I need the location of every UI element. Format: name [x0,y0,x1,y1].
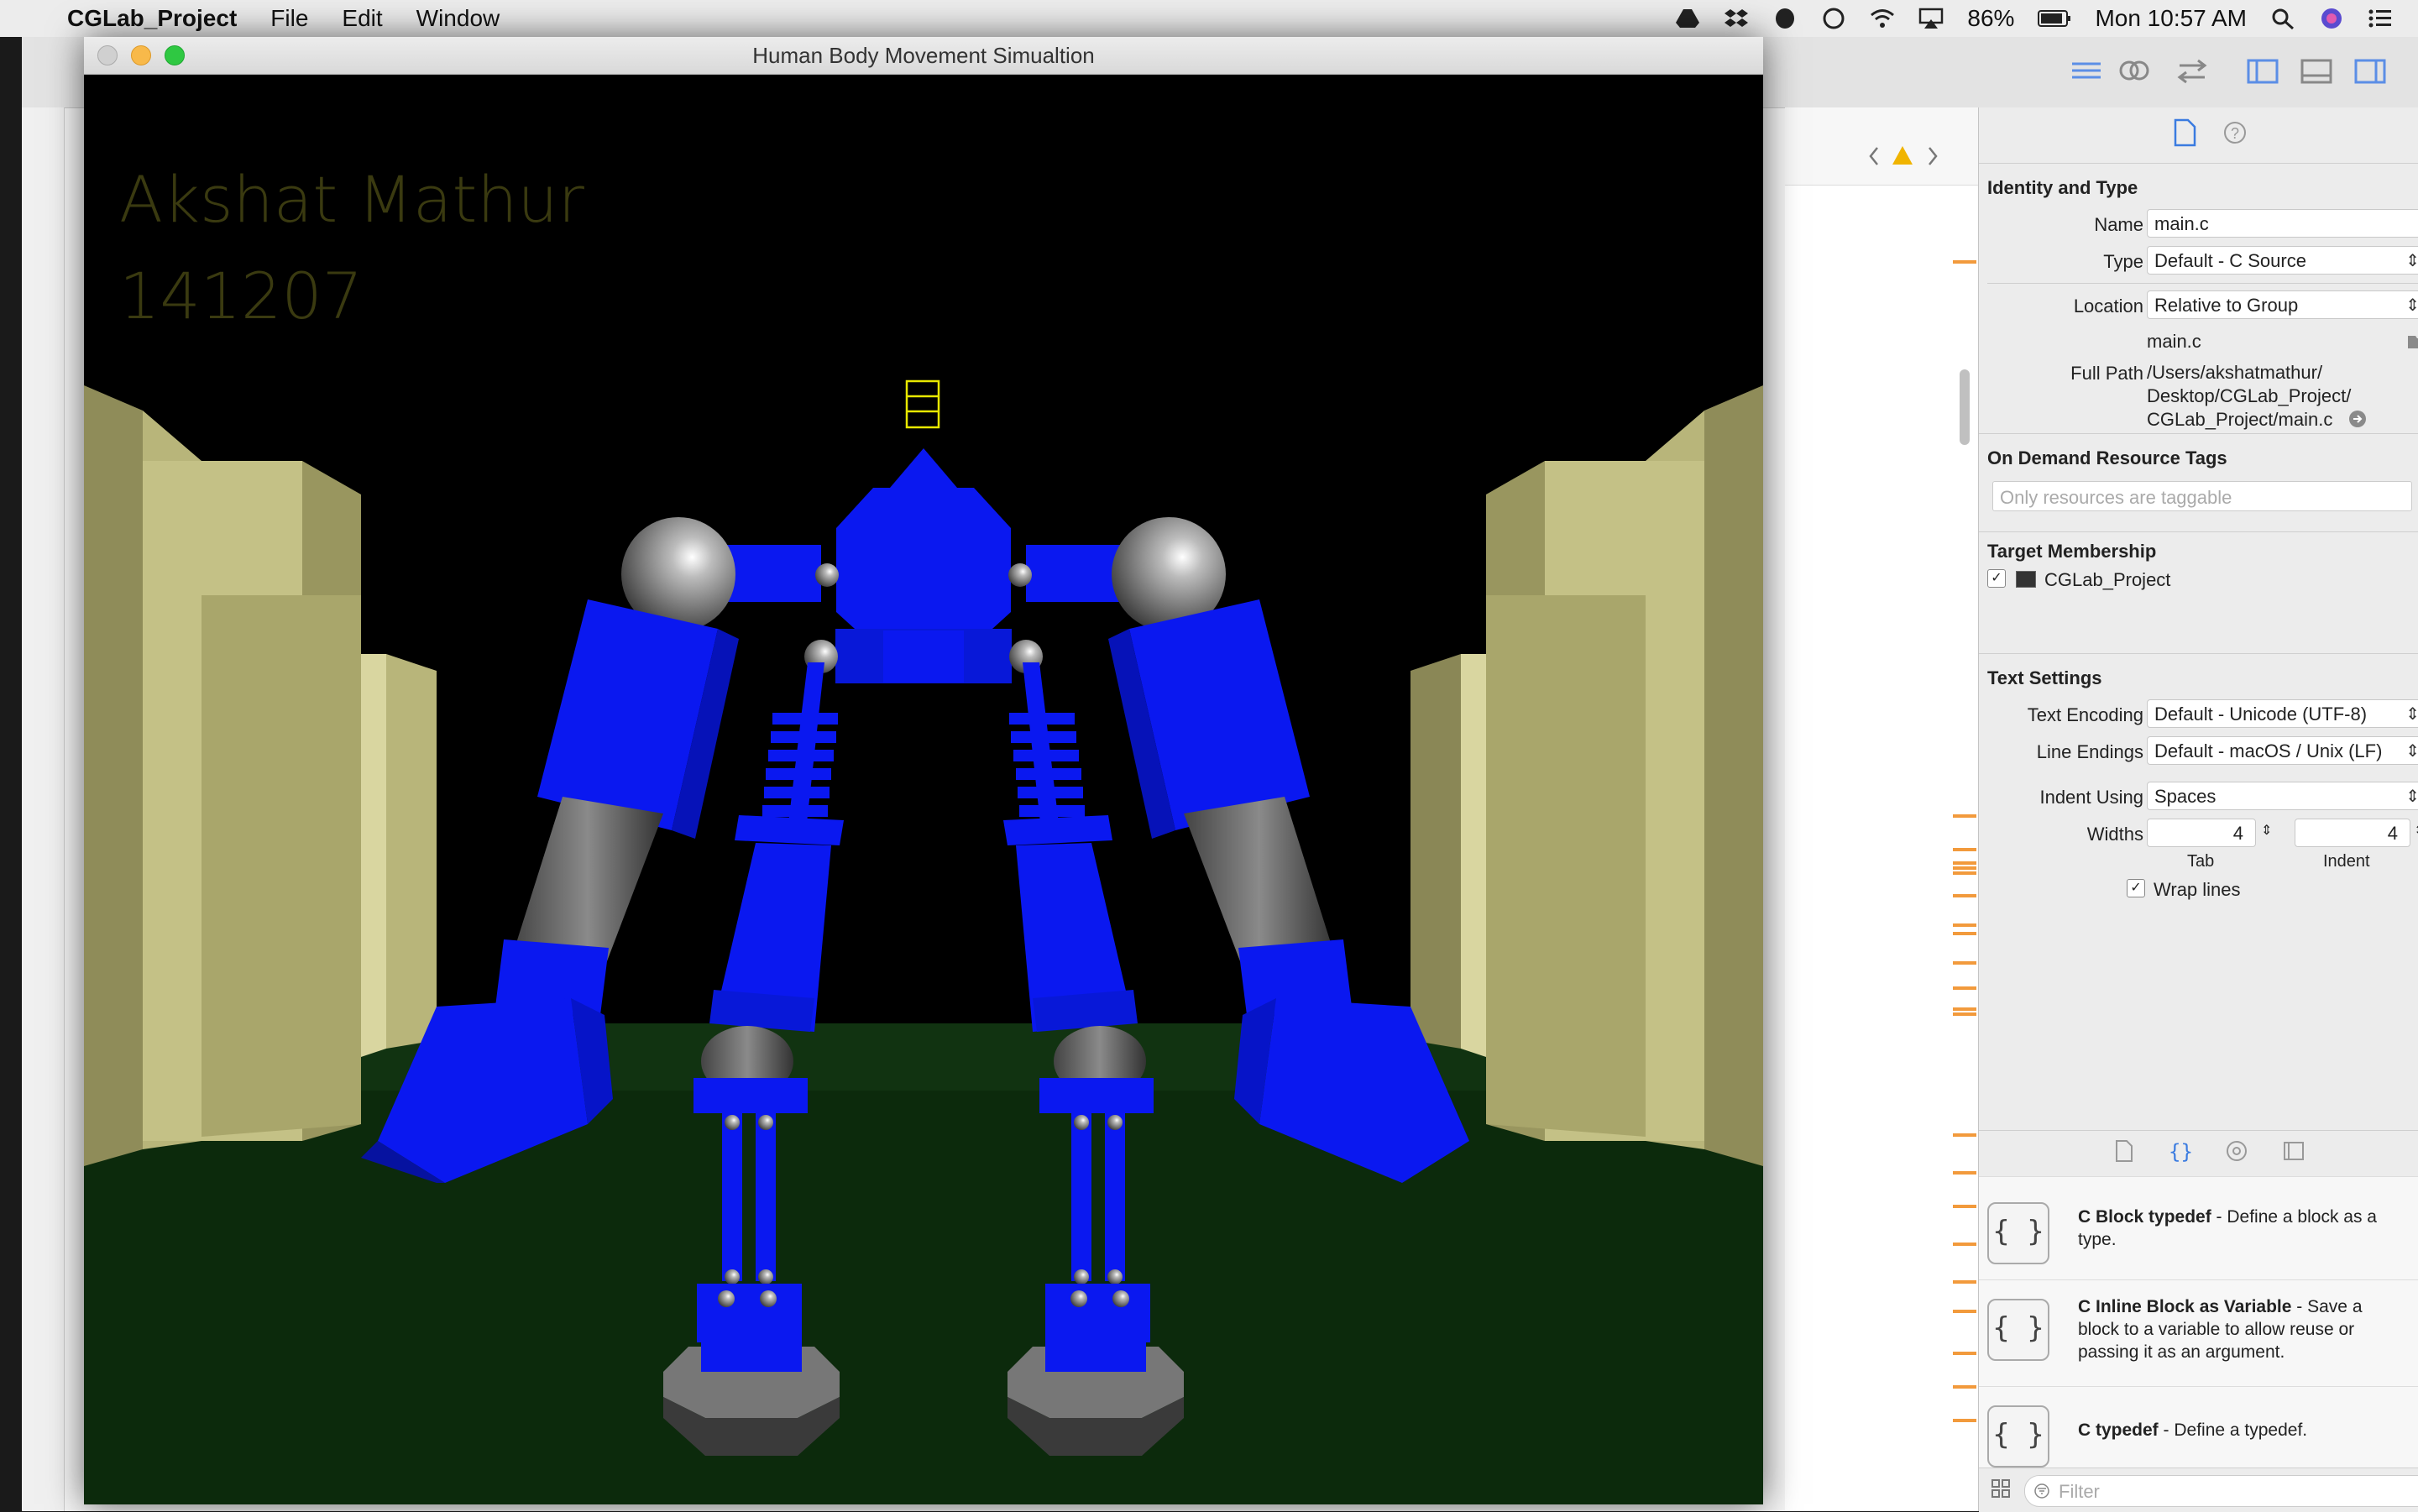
indent-width-field[interactable]: 4 [2295,819,2410,847]
location-label: Location [2073,296,2143,317]
zoom-button[interactable] [165,45,185,65]
inspector-tabs: ? [1979,107,2418,164]
wifi-icon[interactable] [1870,8,1895,29]
snippet-name: C typedef [2078,1420,2159,1440]
menu-app-name[interactable]: CGLab_Project [67,5,237,32]
spotlight-search-icon[interactable] [2270,8,2295,30]
name-field[interactable]: main.c [2147,209,2418,238]
simulation-title: Human Body Movement Simualtion [752,43,1095,68]
location-file-name: main.c [2147,331,2201,352]
snippet-braces-icon: { } [1987,1202,2049,1264]
odr-tags-field[interactable]: Only resources are taggable [1992,481,2412,511]
google-drive-icon[interactable] [1675,8,1700,29]
full-path-label: Full Path [2070,363,2143,384]
file-template-tab-icon[interactable] [2114,1139,2134,1168]
file-inspector: ? Identity and Type Name main.c Type Defau… [1978,107,2418,1512]
wrap-lines-checkbox[interactable]: ✓ [2127,879,2145,897]
siri-icon[interactable] [2319,8,2344,29]
text-settings-title: Text Settings [1987,667,2102,688]
library-filter-bar: Filter [1979,1468,2418,1512]
navigator-strip [22,107,65,1511]
object-tab-icon[interactable] [2225,1139,2248,1168]
menu-file[interactable]: File [270,5,308,32]
snippet-desc: - Define a typedef. [2158,1420,2308,1440]
location-popup[interactable]: Relative to Group [2147,290,2418,319]
simulation-window: Human Body Movement Simualtion Akshat Ma… [84,37,1763,1504]
name-label: Name [2094,214,2143,235]
quick-help-tab-icon[interactable]: ? [2222,118,2248,152]
library-filter-field[interactable]: Filter [2024,1475,2418,1507]
dropbox-icon[interactable] [1724,8,1749,29]
line-endings-label: Line Endings [2036,741,2143,762]
snippet-item[interactable]: { } C Inline Block as Variable - Save a … [1979,1280,2418,1387]
snippet-library: {} { } C Block typedef - Define a block … [1979,1130,2418,1512]
jump-bar [1785,107,1978,186]
battery-percent: 86% [1967,5,2015,31]
opengl-scene[interactable]: Akshat Mathur 141207 [84,75,1763,1504]
snippet-name: C Block typedef [2078,1207,2211,1227]
widths-label: Widths [2086,824,2143,845]
tab-width-field[interactable]: 4 [2147,819,2256,847]
folder-icon[interactable] [2407,332,2418,354]
target-app-icon [2016,571,2036,588]
file-inspector-tab-icon[interactable] [2172,118,2197,152]
indent-width-stepper[interactable]: ⇕ [2414,822,2418,839]
editor-scrollbar[interactable] [1960,369,1970,445]
student-name-overlay: Akshat Mathur [119,162,585,237]
tab-width-stepper[interactable]: ⇕ [2261,822,2272,839]
minimize-button[interactable] [131,45,151,65]
line-endings-popup[interactable]: Default - macOS / Unix (LF) [2147,736,2418,765]
indent-caption: Indent [2323,852,2370,871]
media-tab-icon[interactable] [2282,1139,2305,1168]
close-button[interactable] [97,45,118,65]
target-name: CGLab_Project [2044,569,2171,590]
floor [84,1091,1763,1504]
simulation-title-bar: Human Body Movement Simualtion [84,37,1763,75]
svg-text:?: ? [2231,125,2239,142]
snippet-name: C Inline Block as Variable [2078,1297,2292,1316]
grid-view-icon[interactable] [1991,1478,2011,1504]
menu-bar: CGLab_Project File Edit Window 86% Mon 1… [0,0,2418,37]
battery-icon[interactable] [2038,8,2071,29]
text-encoding-label: Text Encoding [2027,704,2143,725]
snippet-braces-icon: { } [1987,1299,2049,1361]
full-path-value: /Users/akshatmathur/ Desktop/CGLab_Proje… [2147,362,2352,430]
tab-caption: Tab [2187,852,2215,871]
filter-icon [2034,1483,2049,1499]
code-editor[interactable] [1785,107,1978,1511]
clock[interactable]: Mon 10:57 AM [2095,5,2247,32]
snippet-braces-icon: { } [1987,1405,2049,1468]
notification-center-icon[interactable] [2368,8,2393,29]
wrap-lines-label: Wrap lines [2154,879,2241,900]
type-label: Type [2103,251,2143,272]
menu-window[interactable]: Window [416,5,500,32]
menu-edit[interactable]: Edit [342,5,382,32]
reveal-in-finder-icon[interactable] [2348,410,2367,433]
type-popup[interactable]: Default - C Source [2147,246,2418,275]
text-encoding-popup[interactable]: Default - Unicode (UTF-8) [2147,699,2418,728]
indent-using-popup[interactable]: Spaces [2147,782,2418,810]
student-id-overlay: 141207 [119,259,363,333]
filter-placeholder: Filter [2059,1481,2100,1502]
target-checkbox[interactable]: ✓ [1987,569,2006,588]
sync-icon[interactable] [1821,8,1846,29]
identity-section-title: Identity and Type [1987,177,2138,198]
library-tabs: {} [1979,1131,2418,1177]
airplay-icon[interactable] [1918,8,1944,29]
target-membership-title: Target Membership [1987,541,2157,562]
snippet-item[interactable]: { } C Block typedef - Define a block as … [1979,1184,2418,1280]
editor-mode-icons[interactable] [2054,52,2418,92]
issue-navigation-icons[interactable] [1869,144,1970,170]
code-snippet-tab-icon[interactable]: {} [2168,1139,2193,1168]
svg-text:{}: {} [2169,1140,2191,1163]
odr-section-title: On Demand Resource Tags [1987,447,2227,468]
indent-using-label: Indent Using [2039,787,2143,808]
evernote-icon[interactable] [1772,8,1798,29]
